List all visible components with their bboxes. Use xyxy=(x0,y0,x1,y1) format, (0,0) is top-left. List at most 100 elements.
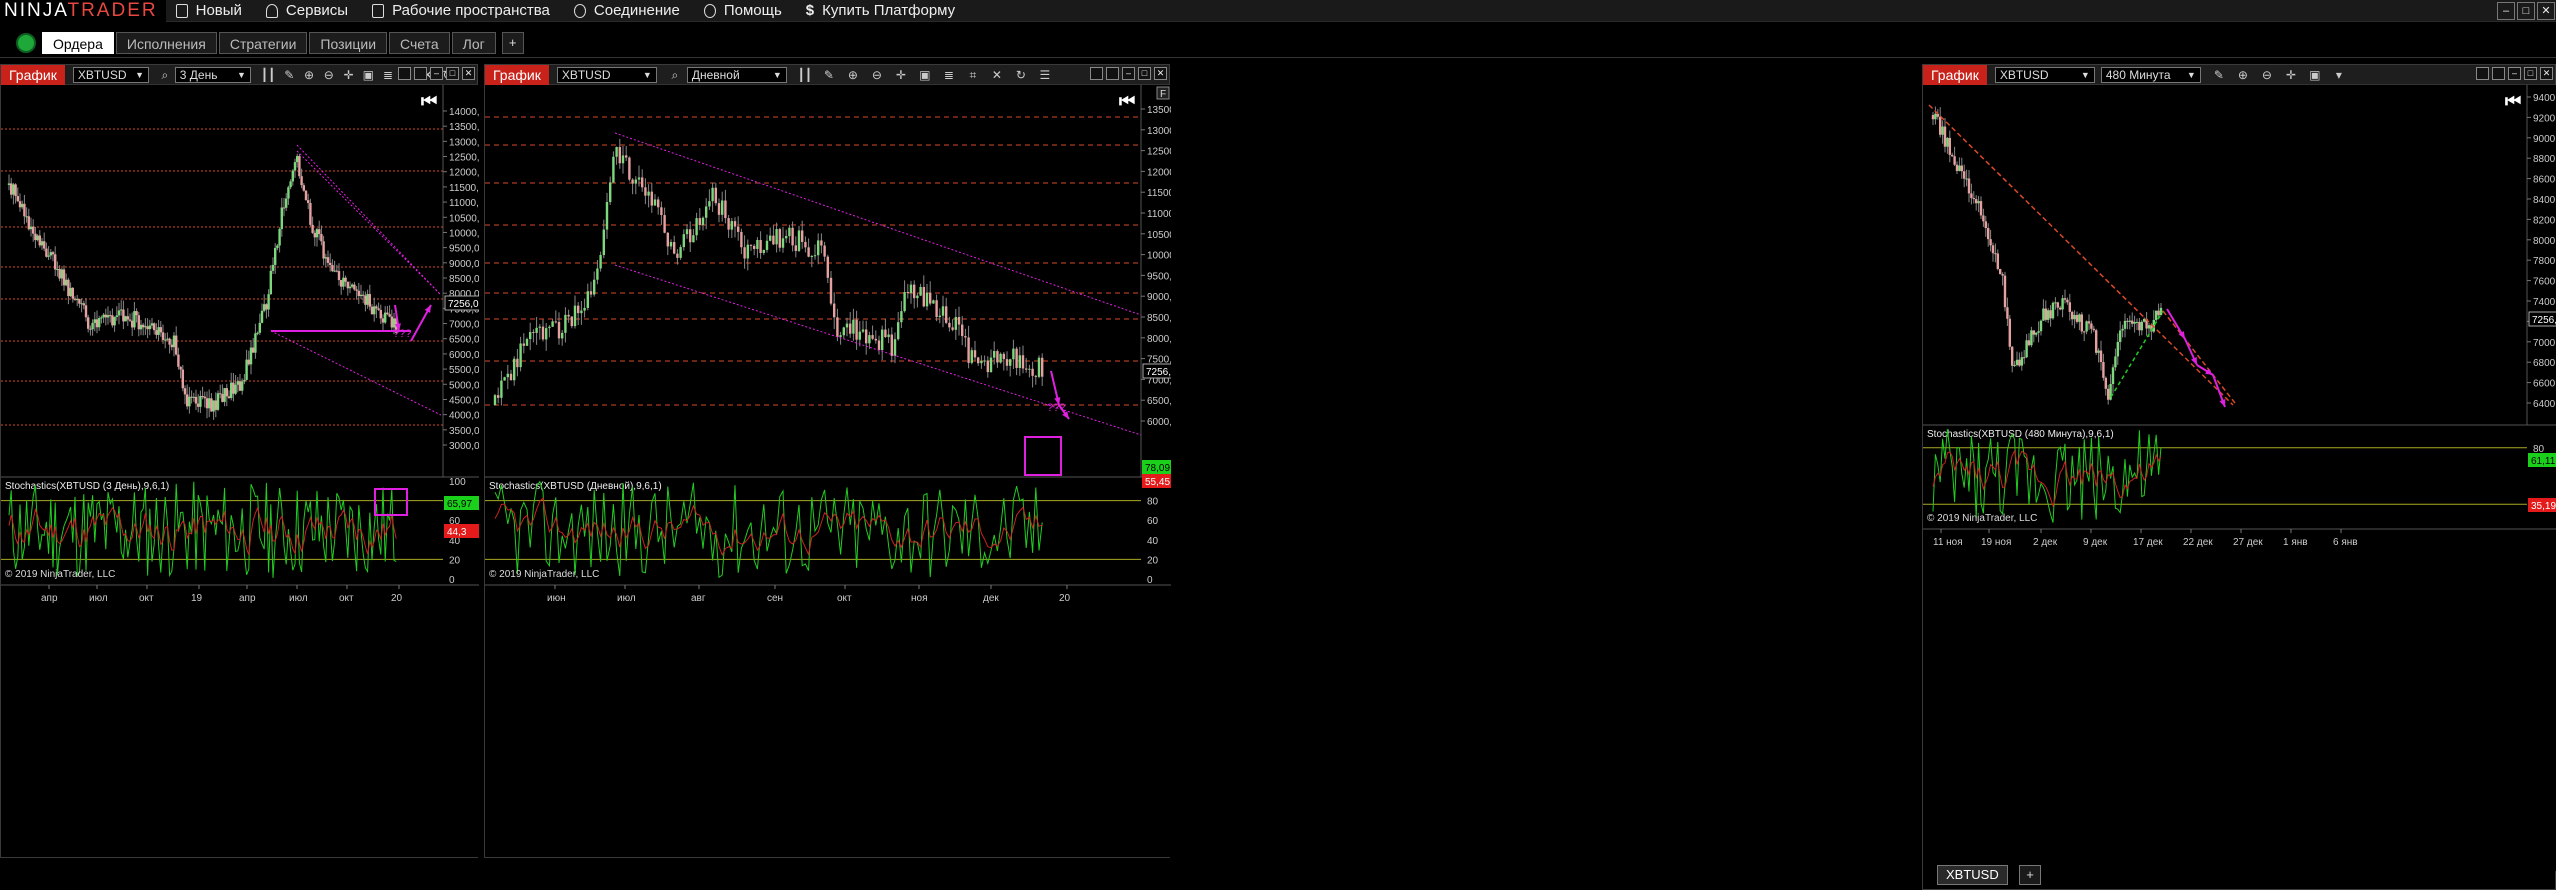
zoom-out-icon[interactable]: ⊖ xyxy=(869,68,885,82)
maximize-button[interactable]: □ xyxy=(446,67,459,80)
indicator-label: Stochastics(XBTUSD (Дневной),9,6,1) xyxy=(489,481,662,492)
indicators-icon[interactable]: ≣ xyxy=(941,68,957,82)
snapshot-icon[interactable]: ▣ xyxy=(2307,68,2323,82)
maximize-button[interactable]: □ xyxy=(2517,2,2535,20)
instrument-tab[interactable]: XBTUSD xyxy=(1937,865,2008,885)
candle-body xyxy=(7,183,11,185)
minimize-button[interactable]: – xyxy=(2497,2,2515,20)
tile-icon[interactable] xyxy=(1090,67,1103,80)
chart-toolbar: График XBTUSD ▼ ⌕ Дневной ▼ ┃┃ ✎ ⊕ ⊖ ✛ ▣ ≣… xyxy=(485,64,1169,85)
crosshair-icon[interactable]: ✛ xyxy=(893,68,909,82)
chart-window-daily: График XBTUSD ▼ ⌕ Дневной ▼ ┃┃ ✎ ⊕ ⊖ ✛ ▣ ≣… xyxy=(484,64,1171,858)
price-tick-label: 8600,0 xyxy=(2533,175,2556,186)
tile-icon[interactable] xyxy=(414,67,427,80)
candle-body xyxy=(737,226,740,232)
close-button[interactable]: ✕ xyxy=(2537,2,2555,20)
period-select[interactable]: 3 День ▼ xyxy=(174,66,251,83)
candle-body xyxy=(625,155,628,158)
candle-body xyxy=(561,332,564,339)
candle-body xyxy=(324,257,327,259)
period-select[interactable]: Дневной ▼ xyxy=(686,66,787,83)
candle-body xyxy=(788,227,791,237)
close-button[interactable]: ✕ xyxy=(1154,67,1167,80)
zoom-in-icon[interactable]: ⊕ xyxy=(2235,68,2251,82)
tile-icon[interactable] xyxy=(398,67,411,80)
candle-body xyxy=(247,359,250,365)
candle-body xyxy=(245,359,248,380)
zoom-in-icon[interactable]: ⊕ xyxy=(303,68,315,82)
instrument-select[interactable]: XBTUSD ▼ xyxy=(72,66,149,83)
tab-executions[interactable]: Исполнения xyxy=(115,31,217,54)
candle-body xyxy=(705,206,708,218)
templates-icon[interactable]: ✕ xyxy=(989,68,1005,82)
tile-icon[interactable] xyxy=(1106,67,1119,80)
crosshair-icon[interactable]: ✛ xyxy=(343,68,355,82)
add-instrument-tab-button[interactable]: + xyxy=(2019,865,2041,885)
candle-body xyxy=(948,322,951,328)
more-icon[interactable]: ▾ xyxy=(2331,68,2347,82)
candle-body xyxy=(137,315,140,330)
bar-style-icon[interactable]: ┃┃ xyxy=(797,68,813,82)
zoom-out-icon[interactable]: ⊖ xyxy=(2259,68,2275,82)
zoom-out-icon[interactable]: ⊖ xyxy=(323,68,335,82)
chart-canvas[interactable]: 9400,0 9200,0 9000,0 8800,0 8600,0 8400,0 8200… xyxy=(1923,85,2556,871)
add-tab-button[interactable]: + xyxy=(501,31,524,54)
zoom-in-icon[interactable]: ⊕ xyxy=(845,68,861,82)
tab-accounts[interactable]: Счета xyxy=(389,31,450,54)
menu-workspaces[interactable]: Рабочие пространства xyxy=(362,0,564,22)
candle-body xyxy=(179,366,182,370)
strategies-icon[interactable]: ⌗ xyxy=(965,68,981,82)
indicators-icon[interactable]: ≣ xyxy=(382,68,394,82)
period-select[interactable]: 480 Минута ▼ xyxy=(2100,66,2201,83)
price-tick-label: 11500,0 xyxy=(1147,188,1171,199)
close-button[interactable]: ✕ xyxy=(2540,67,2553,80)
candle-body xyxy=(203,396,206,399)
candle-body xyxy=(177,354,180,367)
candle-body xyxy=(106,315,110,318)
menu-help[interactable]: Помощь xyxy=(694,0,796,22)
maximize-button[interactable]: □ xyxy=(2524,67,2537,80)
candle-body xyxy=(307,200,310,203)
candle-body xyxy=(32,226,35,234)
minimize-button[interactable]: – xyxy=(430,67,443,80)
tile-icon[interactable] xyxy=(2492,67,2505,80)
tile-icon[interactable] xyxy=(2476,67,2489,80)
candle-body xyxy=(884,329,887,338)
tab-orders[interactable]: Ордера xyxy=(42,31,114,54)
search-icon[interactable]: ⌕ xyxy=(667,68,683,82)
instrument-select[interactable]: XBTUSD ▼ xyxy=(1994,66,2095,83)
bar-style-icon[interactable]: ┃┃ xyxy=(261,68,275,82)
candle-body xyxy=(188,396,191,407)
tab-log[interactable]: Лог xyxy=(451,31,496,54)
search-icon[interactable]: ⌕ xyxy=(159,68,171,82)
properties-icon[interactable]: ☰ xyxy=(1037,68,1053,82)
chart-canvas[interactable]: 14000,0 13500,0 13000,0 12500,0 12000,0 11500… xyxy=(1,85,479,857)
candle-body xyxy=(877,340,881,351)
candle-body xyxy=(249,347,253,365)
menu-connection[interactable]: Соединение xyxy=(564,0,694,22)
menu-buy-platform[interactable]: $ Купить Платформу xyxy=(796,0,969,22)
candle-body xyxy=(285,198,288,208)
menu-services[interactable]: Сервисы xyxy=(256,0,362,22)
draw-pencil-icon[interactable]: ✎ xyxy=(2211,68,2227,82)
candle-body xyxy=(2119,330,2122,342)
maximize-button[interactable]: □ xyxy=(1138,67,1151,80)
chart-canvas[interactable]: 13500,0 13000,0 12500,0 12000,0 11500,0 11000… xyxy=(485,85,1171,857)
tab-positions[interactable]: Позиции xyxy=(309,31,388,54)
close-button[interactable]: ✕ xyxy=(462,67,475,80)
snapshot-icon[interactable]: ▣ xyxy=(917,68,933,82)
draw-pencil-icon[interactable]: ✎ xyxy=(821,68,837,82)
minimize-button[interactable]: – xyxy=(2508,67,2521,80)
minimize-button[interactable]: – xyxy=(1122,67,1135,80)
candle-body xyxy=(721,200,724,215)
tab-strategies[interactable]: Стратегии xyxy=(218,31,308,54)
menu-new[interactable]: Новый xyxy=(166,0,256,22)
candle-body xyxy=(922,287,925,307)
refresh-icon[interactable]: ↻ xyxy=(1013,68,1029,82)
snapshot-icon[interactable]: ▣ xyxy=(362,68,374,82)
instrument-select[interactable]: XBTUSD ▼ xyxy=(556,66,657,83)
draw-pencil-icon[interactable]: ✎ xyxy=(283,68,295,82)
candle-body xyxy=(1931,115,1935,120)
candle-body xyxy=(373,306,376,315)
crosshair-icon[interactable]: ✛ xyxy=(2283,68,2299,82)
